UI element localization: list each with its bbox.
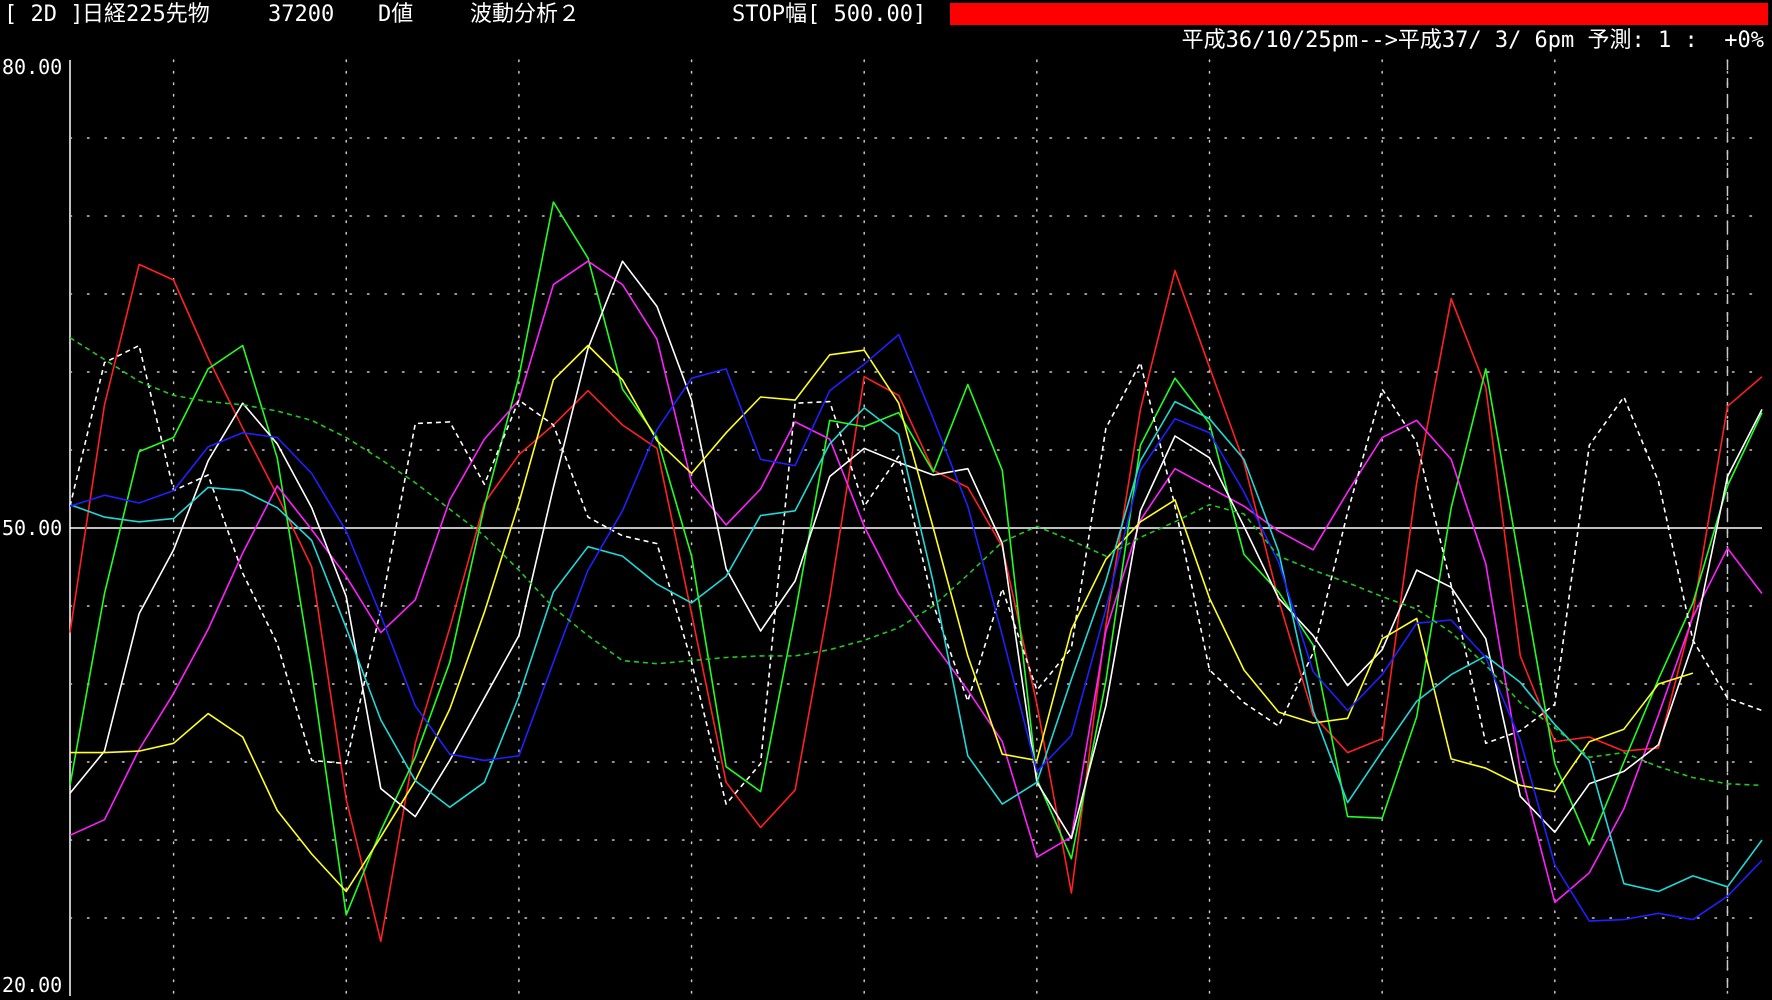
instrument-name: 日経225先物: [82, 2, 210, 27]
header-bar: [ 2D ] 日経225先物 37200 D値 波動分析２ STOP幅[ 500…: [0, 0, 1772, 30]
chart-plot: [69, 59, 1763, 997]
chart-area[interactable]: 80.00 50.00 20.00: [0, 52, 1772, 1000]
series-line-5: [69, 344, 1763, 805]
date-range: 平成36/10/25pm-->平成37/ 3/ 6pm 予測: 1 : +0%: [1181, 28, 1764, 53]
analysis-name[interactable]: 波動分析２: [470, 2, 580, 28]
series-line-6: [70, 344, 1694, 893]
series-line-3: [69, 260, 1763, 904]
period-tag[interactable]: [ 2D ]: [4, 2, 83, 28]
stop-width: STOP幅[ 500.00]: [732, 2, 927, 27]
series-line-1: [69, 263, 1763, 943]
series-line-8: [69, 333, 1763, 922]
mode-label[interactable]: D値: [378, 2, 413, 28]
stop-width-bar: [950, 3, 1768, 25]
price-value: 37200: [268, 2, 335, 27]
